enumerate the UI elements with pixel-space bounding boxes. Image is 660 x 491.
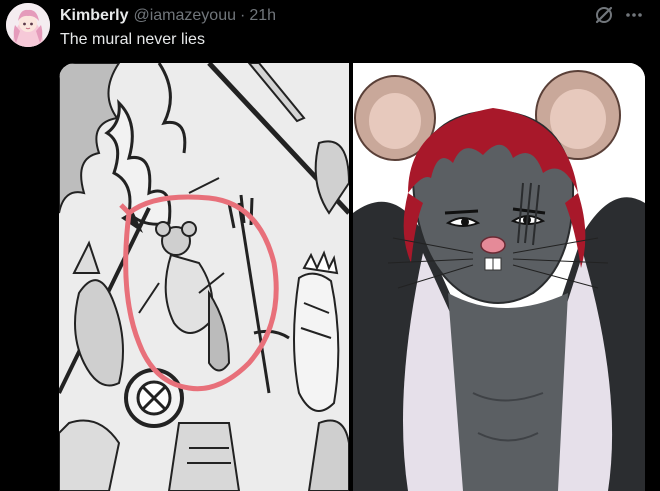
rat-character-illustration [353, 63, 645, 491]
tweet-header: Kimberly @iamazeyouu · 21h [60, 5, 276, 27]
manga-mural-panel [59, 63, 349, 491]
avatar-image [6, 3, 50, 47]
avatar[interactable] [6, 3, 50, 47]
tweet-text: The mural never lies [60, 31, 205, 48]
user-handle[interactable]: @iamazeyouu [133, 7, 236, 25]
grok-icon[interactable] [593, 4, 615, 26]
separator-dot: · [239, 7, 246, 24]
more-horizontal-icon[interactable] [623, 6, 645, 24]
display-name[interactable]: Kimberly [60, 7, 128, 25]
tweet-media[interactable] [59, 63, 645, 491]
timestamp[interactable]: 21h [249, 7, 276, 25]
